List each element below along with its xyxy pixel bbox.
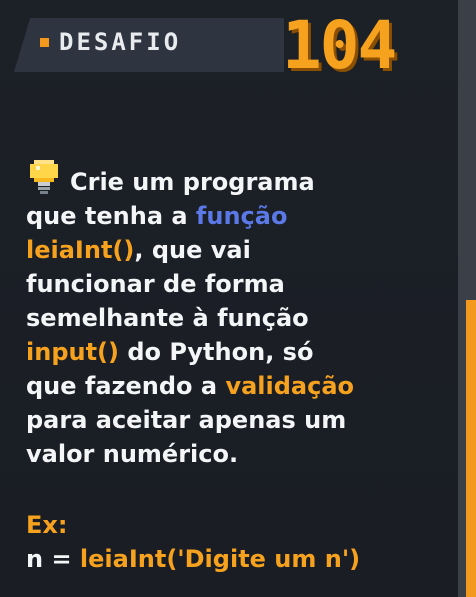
description-line-6: input() do Python, só (26, 338, 314, 366)
example-function-call: leiaInt('Digite um n') (79, 545, 361, 573)
function-name-leiaint: leiaInt() (26, 236, 135, 264)
example-block: Ex: n = leiaInt('Digite um n') (26, 508, 456, 576)
description-line-5: semelhante à função (26, 304, 309, 332)
challenge-description: Crie um programa que tenha a função leia… (26, 160, 456, 471)
bullet-icon (40, 37, 49, 47)
keyword-funcao: função (195, 202, 288, 230)
challenge-number: 104 (282, 7, 397, 84)
side-stripe-accent (466, 300, 476, 597)
description-line-1: Crie um programa (26, 160, 456, 199)
description-line-2: que tenha a função (26, 202, 288, 230)
lightbulb-icon (30, 160, 58, 194)
keyword-validacao: validação (225, 372, 355, 400)
example-label: Ex: (26, 511, 68, 539)
description-line-7: que fazendo a validação (26, 372, 355, 400)
description-line-3: leiaInt(), que vai (26, 236, 251, 264)
example-code: n = leiaInt('Digite um n') (26, 545, 361, 573)
challenge-label: DESAFIO (59, 28, 182, 56)
challenge-header: DESAFIO (40, 28, 181, 56)
description-line-8: para aceitar apenas um (26, 406, 347, 434)
function-name-input: input() (26, 338, 119, 366)
description-line-9: valor numérico. (26, 440, 239, 468)
description-text: Crie um programa (70, 168, 315, 196)
description-line-4: funcionar de forma (26, 270, 285, 298)
